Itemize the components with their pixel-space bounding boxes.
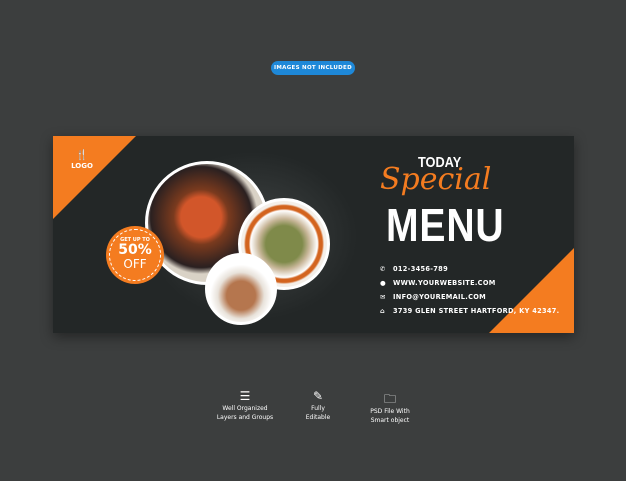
feature-line2: Smart object: [370, 417, 410, 424]
folder-icon: 🗀: [383, 392, 396, 406]
contact-list: ✆ 012-3456-789 ● WWW.YOURWEBSITE.COM ✉ INFO…: [380, 262, 560, 318]
feature-line2: Layers and Groups: [216, 414, 274, 421]
food-photo-pasta: [205, 253, 277, 325]
edit-icon: ✎: [312, 389, 324, 403]
mail-icon: ✉: [380, 293, 386, 301]
phone-icon: ✆: [380, 265, 386, 273]
contact-phone: ✆ 012-3456-789: [380, 262, 560, 276]
corner-triangle-top-left: [53, 136, 136, 219]
badge-amount: 50%: [118, 242, 152, 258]
title-special: Special: [380, 162, 492, 197]
feature-psd: 🗀 PSD File With Smart object: [355, 391, 425, 425]
contact-address: ⌂ 3739 GLEN STREET HARTFORD, KY 42347.: [380, 304, 560, 318]
logo: 🍴 LOGO: [67, 150, 97, 170]
home-icon: ⌂: [380, 307, 385, 315]
fork-knife-icon: 🍴: [75, 150, 89, 161]
contact-text: INFO@YOUREMAIL.COM: [393, 293, 486, 301]
contact-website: ● WWW.YOURWEBSITE.COM: [380, 276, 560, 290]
title-menu: MENU: [386, 199, 505, 251]
menu-banner: 🍴 LOGO GET UP TO 50% OFF TODAY Special M…: [53, 136, 574, 333]
feature-line2: Editable: [305, 414, 331, 421]
contact-text: 3739 GLEN STREET HARTFORD, KY 42347.: [393, 307, 560, 315]
logo-text: LOGO: [71, 162, 93, 170]
globe-icon: ●: [380, 279, 386, 287]
feature-line1: Fully: [311, 405, 325, 412]
images-not-included-badge: IMAGES NOT INCLUDED: [271, 61, 355, 75]
discount-badge: GET UP TO 50% OFF: [106, 226, 164, 284]
badge-top: GET UP TO: [120, 237, 150, 243]
feature-editable: ✎ Fully Editable: [288, 388, 348, 422]
contact-email: ✉ INFO@YOUREMAIL.COM: [380, 290, 560, 304]
feature-layers: ☰ Well Organized Layers and Groups: [205, 388, 285, 422]
contact-text: 012-3456-789: [393, 265, 448, 273]
contact-text: WWW.YOURWEBSITE.COM: [393, 279, 496, 287]
layers-icon: ☰: [239, 389, 251, 403]
feature-line1: Well Organized: [222, 405, 268, 412]
badge-bottom: OFF: [123, 257, 147, 271]
feature-line1: PSD File With: [370, 408, 410, 415]
